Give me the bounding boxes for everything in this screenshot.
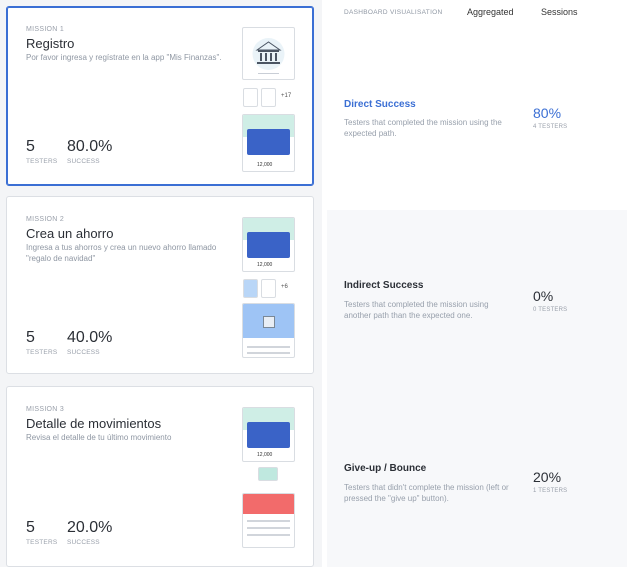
screen-thumbnail-detail[interactable] xyxy=(242,493,295,548)
mission-title: Crea un ahorro xyxy=(26,226,114,241)
mission-label: MISSION 1 xyxy=(26,26,65,33)
results-panel: DASHBOARD VISUALISATION Aggregated Sessi… xyxy=(322,0,627,567)
result-description: Testers that completed the mission using… xyxy=(344,118,502,138)
more-screens-count[interactable]: +6 xyxy=(281,284,288,290)
result-title: Direct Success xyxy=(344,99,416,110)
result-description: Testers that didn't complete the mission… xyxy=(344,483,509,503)
bank-icon xyxy=(252,38,285,74)
result-direct-success: Direct Success Testers that completed th… xyxy=(327,26,627,209)
result-indirect-success: Indirect Success Testers that completed … xyxy=(327,210,627,378)
tab-sessions[interactable]: Sessions xyxy=(541,7,578,17)
result-testers: 4 TESTERS xyxy=(533,124,568,130)
testers-label: TESTERS xyxy=(26,539,58,546)
mission-label: MISSION 3 xyxy=(26,406,65,413)
mission-label: MISSION 2 xyxy=(26,216,65,223)
result-percent: 20% xyxy=(533,469,562,485)
success-label: SUCCESS xyxy=(67,349,100,356)
mission-description: Ingresa a tus ahorros y crea un nuevo ah… xyxy=(26,243,217,263)
more-screens-count[interactable]: +17 xyxy=(281,93,291,99)
result-testers: 0 TESTERS xyxy=(533,307,568,313)
screen-thumbnail-mini[interactable] xyxy=(243,279,258,298)
dashboard-visualisation-title: DASHBOARD VISUALISATION xyxy=(344,9,443,16)
tabs-bar: DASHBOARD VISUALISATION Aggregated Sessi… xyxy=(322,0,627,26)
testers-label: TESTERS xyxy=(26,158,58,165)
success-rate: 40.0% xyxy=(67,329,113,346)
screen-thumbnail-card[interactable]: 12,000 xyxy=(242,114,295,172)
tab-aggregated[interactable]: Aggregated xyxy=(467,7,514,17)
screen-thumbnail-savings[interactable] xyxy=(242,303,295,358)
screen-thumbnail-mini[interactable] xyxy=(261,88,276,107)
mission-card-1[interactable]: MISSION 1 Registro Por favor ingresa y r… xyxy=(6,6,314,186)
testers-count: 5 xyxy=(26,138,35,155)
mission-card-2[interactable]: MISSION 2 Crea un ahorro Ingresa a tus a… xyxy=(6,196,314,374)
result-percent: 0% xyxy=(533,288,554,304)
testers-count: 5 xyxy=(26,519,35,536)
mission-description: Por favor ingresa y regístrate en la app… xyxy=(26,53,222,62)
result-description: Testers that completed the mission using… xyxy=(344,300,489,320)
result-title: Indirect Success xyxy=(344,280,424,291)
screen-thumbnail-mini[interactable] xyxy=(243,88,258,107)
mission-title: Detalle de movimientos xyxy=(26,416,162,431)
mission-card-3[interactable]: MISSION 3 Detalle de movimientos Revisa … xyxy=(6,386,314,567)
success-rate: 80.0% xyxy=(67,138,113,155)
testers-count: 5 xyxy=(26,329,35,346)
screen-thumbnail-card[interactable]: 12,000 xyxy=(242,407,295,462)
success-label: SUCCESS xyxy=(67,158,100,165)
screen-thumbnail-mini[interactable] xyxy=(258,467,278,481)
mission-title: Registro xyxy=(26,36,75,51)
missions-panel: MISSION 1 Registro Por favor ingresa y r… xyxy=(0,0,322,567)
result-testers: 1 TESTERS xyxy=(533,488,568,494)
screen-thumbnail-card[interactable]: 12,000 xyxy=(242,217,295,272)
testers-label: TESTERS xyxy=(26,349,58,356)
mission-description: Revisa el detalle de tu último movimient… xyxy=(26,433,172,442)
success-rate: 20.0% xyxy=(67,519,113,536)
app-root: MISSION 1 Registro Por favor ingresa y r… xyxy=(0,0,627,567)
success-label: SUCCESS xyxy=(67,539,100,546)
screen-thumbnail-bank[interactable] xyxy=(242,27,295,80)
result-title: Give-up / Bounce xyxy=(344,463,427,474)
screen-thumbnail-mini[interactable] xyxy=(261,279,276,298)
result-percent: 80% xyxy=(533,105,562,121)
result-give-up: Give-up / Bounce Testers that didn't com… xyxy=(327,378,627,567)
